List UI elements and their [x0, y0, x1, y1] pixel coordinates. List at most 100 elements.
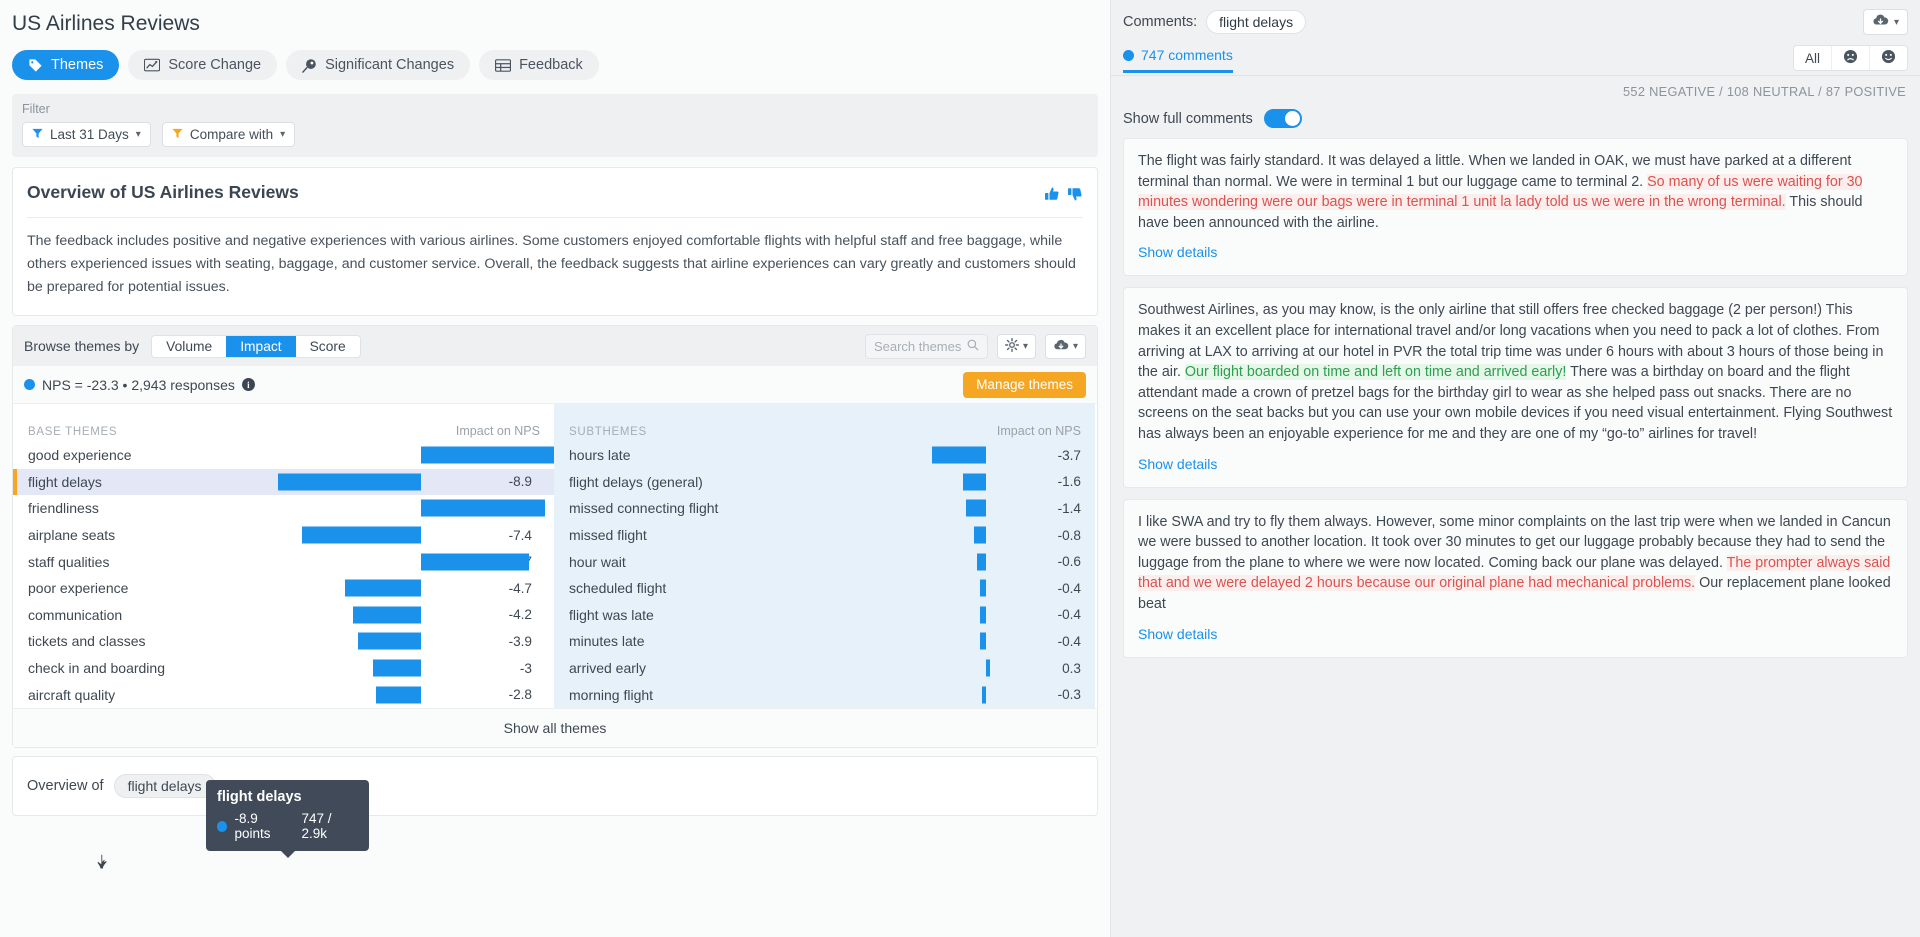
tab-comments-count[interactable]: 747 comments [1123, 47, 1233, 73]
comments-download-button[interactable]: ▾ [1862, 9, 1908, 35]
tab-feedback[interactable]: Feedback [479, 50, 599, 80]
browse-option-volume[interactable]: Volume [152, 336, 226, 357]
bar-cell [854, 548, 1039, 575]
impact-bar [980, 606, 986, 624]
table-row[interactable]: flight delays (general) -1.6 [554, 469, 1095, 496]
tab-score-change[interactable]: Score Change [128, 50, 278, 80]
positive-highlight: Our flight boarded on time and left on t… [1184, 364, 1567, 381]
sentiment-filter-negative[interactable] [1832, 46, 1870, 70]
search-placeholder: Search themes [873, 338, 962, 354]
bar-cell [258, 681, 480, 708]
bottom-overview-prefix: Overview of [27, 777, 104, 794]
impact-value: -8.9 [508, 474, 532, 490]
bar-cell [258, 628, 480, 655]
table-row[interactable]: tickets and classes -3.9 [13, 628, 554, 655]
filter-chip-compare[interactable]: Compare with ▾ [161, 122, 296, 147]
theme-name: flight delays [28, 473, 102, 490]
show-full-comments-toggle[interactable] [1263, 109, 1302, 128]
tab-label: Themes [51, 57, 104, 73]
overview-title: Overview of US Airlines Reviews [27, 182, 299, 202]
table-row[interactable]: friendliness7.7 [13, 495, 554, 522]
filter-label: Filter [22, 102, 50, 116]
comments-list: The flight was fairly standard. It was d… [1111, 128, 1920, 658]
tooltip-count: 747 / 2.9k [301, 811, 332, 841]
tooltip-detail: -8.9 points 747 / 2.9k [217, 811, 358, 841]
table-row[interactable]: scheduled flight -0.4 [554, 575, 1095, 602]
filter-icon-blue [32, 127, 43, 142]
impact-bar [962, 473, 986, 491]
manage-themes-button[interactable]: Manage themes [963, 371, 1086, 398]
show-details-link[interactable]: Show details [1138, 454, 1893, 474]
impact-value: 0.3 [1062, 660, 1081, 676]
search-themes-input[interactable]: Search themes [864, 333, 988, 359]
impact-on-nps-label: Impact on NPS [455, 424, 540, 438]
themes-table: BASE THEMES Impact on NPS good experienc… [13, 404, 1097, 870]
table-row[interactable]: staff qualities6.7 [13, 548, 554, 575]
impact-bar [421, 553, 529, 571]
table-row[interactable]: communication -4.2 [13, 602, 554, 629]
bar-cell [258, 575, 480, 602]
thumbs-down-icon[interactable] [1067, 186, 1083, 206]
table-row[interactable]: poor experience -4.7 [13, 575, 554, 602]
subthemes-column: SUBTHEMES Impact on NPS hours late -3.7 fl… [554, 404, 1095, 708]
theme-name: friendliness [28, 500, 99, 517]
tab-significant-changes[interactable]: Significant Changes [286, 50, 471, 80]
bar-cell [258, 602, 480, 629]
table-row[interactable]: hours late -3.7 [554, 442, 1095, 469]
settings-dropdown-button[interactable]: ▾ [996, 333, 1036, 359]
bar-cell [258, 495, 545, 522]
main-pane: US Airlines Reviews Themes Score Change … [0, 0, 1110, 937]
comments-label: Comments: [1123, 14, 1198, 30]
comments-theme-pill[interactable]: flight delays [1206, 10, 1307, 34]
app-root: US Airlines Reviews Themes Score Change … [0, 0, 1920, 937]
theme-name: check in and boarding [28, 660, 165, 677]
show-full-comments-label: Show full comments [1123, 110, 1253, 127]
table-row[interactable]: missed connecting flight -1.4 [554, 495, 1095, 522]
table-row[interactable]: missed flight -0.8 [554, 522, 1095, 549]
table-icon [495, 58, 512, 73]
sentiment-filter-all[interactable]: All [1794, 46, 1832, 70]
base-themes-column: BASE THEMES Impact on NPS good experienc… [13, 404, 584, 708]
table-row[interactable]: arrived early 0.3 [554, 655, 1095, 682]
feedback-thumbs [1044, 182, 1083, 206]
bottom-overview-theme-pill[interactable]: flight delays [113, 773, 216, 798]
table-row[interactable]: flight delays -8.9 [13, 468, 554, 496]
theme-name: airplane seats [28, 527, 116, 544]
impact-bar [301, 526, 421, 544]
table-row[interactable]: flight was late -0.4 [554, 602, 1095, 629]
filter-chip-date-range[interactable]: Last 31 Days ▾ [22, 122, 151, 147]
smiling-face-icon [1881, 49, 1896, 67]
bar-cell [258, 655, 480, 682]
table-row[interactable]: minutes late -0.4 [554, 628, 1095, 655]
browse-option-impact[interactable]: Impact [226, 335, 296, 357]
comments-header: Comments: flight delays ▾ [1111, 0, 1920, 35]
chevron-down-icon: ▾ [1893, 16, 1899, 28]
download-dropdown-button[interactable]: ▾ [1044, 333, 1086, 359]
theme-name: hours late [569, 447, 631, 464]
impact-bar [981, 686, 986, 704]
table-row[interactable]: hour wait -0.6 [554, 548, 1095, 575]
table-row[interactable]: good experience10.1 [13, 442, 584, 469]
cloud-download-icon [1872, 13, 1889, 31]
show-details-link[interactable]: Show details [1138, 624, 1893, 644]
browse-row: Browse themes by Volume Impact Score Sea… [13, 326, 1097, 366]
impact-bar [421, 499, 545, 517]
show-all-themes-button[interactable]: Show all themes [13, 707, 1097, 747]
table-row[interactable]: morning flight -0.3 [554, 681, 1095, 708]
thumbs-up-icon[interactable] [1044, 186, 1060, 206]
tab-bar: Themes Score Change Significant Changes … [0, 36, 1110, 80]
filter-chips: Last 31 Days ▾ Compare with ▾ [22, 122, 1088, 147]
table-row[interactable]: check in and boarding -3 [13, 655, 554, 682]
impact-bar [353, 606, 421, 624]
sentiment-filter-positive[interactable] [1870, 46, 1907, 70]
info-icon[interactable]: i [241, 378, 255, 391]
table-row[interactable]: aircraft quality -2.8 [13, 681, 554, 708]
show-details-link[interactable]: Show details [1138, 242, 1893, 262]
tab-themes[interactable]: Themes [12, 50, 120, 80]
browse-option-score[interactable]: Score [296, 336, 360, 357]
base-theme-rows: good experience10.1 flight delays -8.9 frie… [13, 442, 584, 708]
theme-name: scheduled flight [569, 580, 667, 597]
table-row[interactable]: airplane seats -7.4 [13, 522, 554, 549]
bar-cell [258, 522, 480, 549]
impact-bar [965, 499, 986, 517]
